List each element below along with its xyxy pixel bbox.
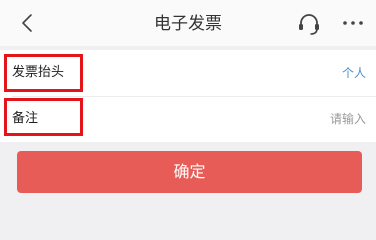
top-navbar: 电子发票 — [0, 0, 376, 46]
headset-icon[interactable] — [296, 11, 322, 37]
remark-highlight — [4, 98, 83, 136]
confirm-button[interactable]: 确定 — [17, 151, 362, 193]
more-dots-icon[interactable] — [341, 13, 365, 33]
invoice-title-highlight — [4, 54, 83, 92]
remark-input[interactable]: 请输入 — [330, 111, 366, 127]
invoice-title-value[interactable]: 个人 — [342, 65, 366, 81]
